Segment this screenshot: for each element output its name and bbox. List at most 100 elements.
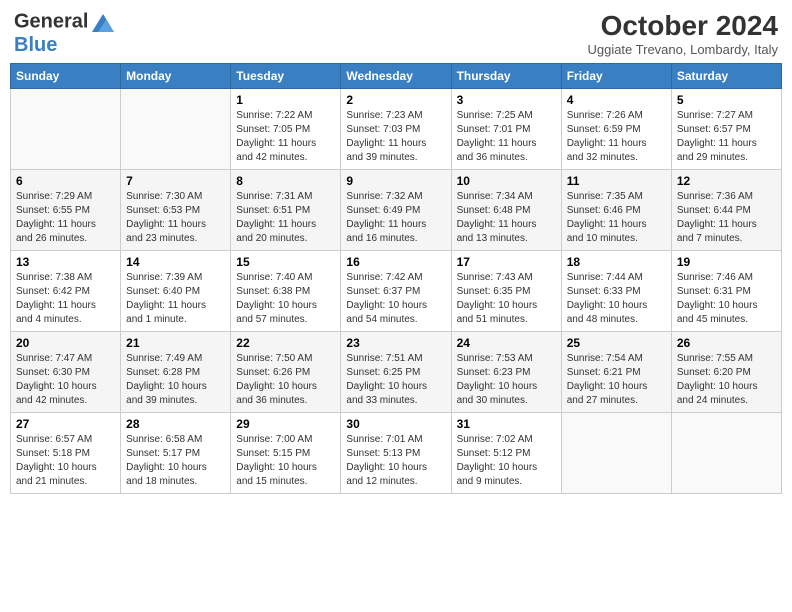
header-thursday: Thursday (451, 64, 561, 89)
calendar-cell: 16 Sunrise: 7:42 AM Sunset: 6:37 PM Dayli… (341, 251, 451, 332)
day-info: Sunrise: 7:26 AM Sunset: 6:59 PM Dayligh… (567, 109, 666, 165)
day-info: Sunrise: 7:01 AM Sunset: 5:13 PM Dayligh… (346, 433, 445, 489)
day-number: 4 (567, 93, 666, 107)
day-info: Sunrise: 7:32 AM Sunset: 6:49 PM Dayligh… (346, 190, 445, 246)
day-number: 14 (126, 255, 225, 269)
header-wednesday: Wednesday (341, 64, 451, 89)
logo-blue: Blue (14, 34, 116, 56)
calendar-cell (561, 413, 671, 494)
day-info: Sunrise: 7:53 AM Sunset: 6:23 PM Dayligh… (457, 352, 556, 408)
calendar-cell: 18 Sunrise: 7:44 AM Sunset: 6:33 PM Dayli… (561, 251, 671, 332)
day-number: 13 (16, 255, 115, 269)
day-number: 28 (126, 417, 225, 431)
header-monday: Monday (121, 64, 231, 89)
calendar-cell: 24Sunrise: 7:53 AM Sunset: 6:23 PM Dayli… (451, 332, 561, 413)
day-info: Sunrise: 7:51 AM Sunset: 6:25 PM Dayligh… (346, 352, 445, 408)
day-number: 1 (236, 93, 335, 107)
calendar-cell: 15Sunrise: 7:40 AM Sunset: 6:38 PM Dayli… (231, 251, 341, 332)
calendar-cell: 6 Sunrise: 7:29 AM Sunset: 6:55 PM Daylig… (11, 170, 121, 251)
calendar-cell: 25 Sunrise: 7:54 AM Sunset: 6:21 PM Dayli… (561, 332, 671, 413)
calendar-cell: 3 Sunrise: 7:25 AM Sunset: 7:01 PM Daylig… (451, 89, 561, 170)
day-info: Sunrise: 7:25 AM Sunset: 7:01 PM Dayligh… (457, 109, 556, 165)
day-info: Sunrise: 7:47 AM Sunset: 6:30 PM Dayligh… (16, 352, 115, 408)
day-number: 11 (567, 174, 666, 188)
day-info: Sunrise: 7:39 AM Sunset: 6:40 PM Dayligh… (126, 271, 225, 327)
day-number: 2 (346, 93, 445, 107)
calendar-cell: 10Sunrise: 7:34 AM Sunset: 6:48 PM Dayli… (451, 170, 561, 251)
day-info: Sunrise: 6:57 AM Sunset: 5:18 PM Dayligh… (16, 433, 115, 489)
day-number: 19 (677, 255, 776, 269)
day-info: Sunrise: 7:27 AM Sunset: 6:57 PM Dayligh… (677, 109, 776, 165)
day-info: Sunrise: 7:34 AM Sunset: 6:48 PM Dayligh… (457, 190, 556, 246)
day-info: Sunrise: 7:44 AM Sunset: 6:33 PM Dayligh… (567, 271, 666, 327)
calendar-cell: 19 Sunrise: 7:46 AM Sunset: 6:31 PM Dayli… (671, 251, 781, 332)
calendar-cell: 12Sunrise: 7:36 AM Sunset: 6:44 PM Dayli… (671, 170, 781, 251)
calendar-cell: 26Sunrise: 7:55 AM Sunset: 6:20 PM Dayli… (671, 332, 781, 413)
day-number: 8 (236, 174, 335, 188)
day-info: Sunrise: 7:40 AM Sunset: 6:38 PM Dayligh… (236, 271, 335, 327)
day-number: 30 (346, 417, 445, 431)
day-info: Sunrise: 7:00 AM Sunset: 5:15 PM Dayligh… (236, 433, 335, 489)
calendar-cell: 31Sunrise: 7:02 AM Sunset: 5:12 PM Dayli… (451, 413, 561, 494)
day-info: Sunrise: 7:42 AM Sunset: 6:37 PM Dayligh… (346, 271, 445, 327)
calendar-cell: 21Sunrise: 7:49 AM Sunset: 6:28 PM Dayli… (121, 332, 231, 413)
month-title: October 2024 (587, 10, 778, 42)
calendar-cell: 14 Sunrise: 7:39 AM Sunset: 6:40 PM Dayli… (121, 251, 231, 332)
day-number: 18 (567, 255, 666, 269)
day-info: Sunrise: 7:31 AM Sunset: 6:51 PM Dayligh… (236, 190, 335, 246)
day-number: 7 (126, 174, 225, 188)
day-info: Sunrise: 7:46 AM Sunset: 6:31 PM Dayligh… (677, 271, 776, 327)
day-info: Sunrise: 7:23 AM Sunset: 7:03 PM Dayligh… (346, 109, 445, 165)
day-number: 29 (236, 417, 335, 431)
day-info: Sunrise: 6:58 AM Sunset: 5:17 PM Dayligh… (126, 433, 225, 489)
day-number: 22 (236, 336, 335, 350)
day-number: 5 (677, 93, 776, 107)
day-number: 25 (567, 336, 666, 350)
day-info: Sunrise: 7:49 AM Sunset: 6:28 PM Dayligh… (126, 352, 225, 408)
day-info: Sunrise: 7:29 AM Sunset: 6:55 PM Dayligh… (16, 190, 115, 246)
logo-text: General (14, 10, 116, 34)
calendar-cell: 28 Sunrise: 6:58 AM Sunset: 5:17 PM Dayli… (121, 413, 231, 494)
calendar-cell (121, 89, 231, 170)
logo-icon (90, 10, 116, 34)
title-block: October 2024 Uggiate Trevano, Lombardy, … (587, 10, 778, 57)
header-sunday: Sunday (11, 64, 121, 89)
page-header: General Blue October 2024 Uggiate Trevan… (10, 10, 782, 57)
day-number: 3 (457, 93, 556, 107)
day-info: Sunrise: 7:22 AM Sunset: 7:05 PM Dayligh… (236, 109, 335, 165)
calendar-table: SundayMondayTuesdayWednesdayThursdayFrid… (10, 63, 782, 494)
week-row-2: 6 Sunrise: 7:29 AM Sunset: 6:55 PM Daylig… (11, 170, 782, 251)
day-info: Sunrise: 7:30 AM Sunset: 6:53 PM Dayligh… (126, 190, 225, 246)
day-number: 27 (16, 417, 115, 431)
week-row-1: 1 Sunrise: 7:22 AM Sunset: 7:05 PM Daylig… (11, 89, 782, 170)
calendar-cell: 9 Sunrise: 7:32 AM Sunset: 6:49 PM Daylig… (341, 170, 451, 251)
calendar-cell: 7 Sunrise: 7:30 AM Sunset: 6:53 PM Daylig… (121, 170, 231, 251)
day-number: 6 (16, 174, 115, 188)
calendar-cell: 22 Sunrise: 7:50 AM Sunset: 6:26 PM Dayli… (231, 332, 341, 413)
calendar-cell: 13Sunrise: 7:38 AM Sunset: 6:42 PM Dayli… (11, 251, 121, 332)
logo: General Blue (14, 10, 116, 56)
day-info: Sunrise: 7:54 AM Sunset: 6:21 PM Dayligh… (567, 352, 666, 408)
day-info: Sunrise: 7:55 AM Sunset: 6:20 PM Dayligh… (677, 352, 776, 408)
header-saturday: Saturday (671, 64, 781, 89)
calendar-cell: 20Sunrise: 7:47 AM Sunset: 6:30 PM Dayli… (11, 332, 121, 413)
header-tuesday: Tuesday (231, 64, 341, 89)
calendar-cell: 8 Sunrise: 7:31 AM Sunset: 6:51 PM Daylig… (231, 170, 341, 251)
day-number: 12 (677, 174, 776, 188)
calendar-cell: 27 Sunrise: 6:57 AM Sunset: 5:18 PM Dayli… (11, 413, 121, 494)
day-number: 9 (346, 174, 445, 188)
calendar-cell: 4 Sunrise: 7:26 AM Sunset: 6:59 PM Daylig… (561, 89, 671, 170)
day-number: 16 (346, 255, 445, 269)
calendar-cell (671, 413, 781, 494)
day-info: Sunrise: 7:50 AM Sunset: 6:26 PM Dayligh… (236, 352, 335, 408)
day-number: 31 (457, 417, 556, 431)
calendar-cell: 11 Sunrise: 7:35 AM Sunset: 6:46 PM Dayli… (561, 170, 671, 251)
calendar-header-row: SundayMondayTuesdayWednesdayThursdayFrid… (11, 64, 782, 89)
calendar-cell: 23Sunrise: 7:51 AM Sunset: 6:25 PM Dayli… (341, 332, 451, 413)
day-info: Sunrise: 7:43 AM Sunset: 6:35 PM Dayligh… (457, 271, 556, 327)
calendar-cell: 2 Sunrise: 7:23 AM Sunset: 7:03 PM Daylig… (341, 89, 451, 170)
week-row-4: 20Sunrise: 7:47 AM Sunset: 6:30 PM Dayli… (11, 332, 782, 413)
calendar-cell: 17Sunrise: 7:43 AM Sunset: 6:35 PM Dayli… (451, 251, 561, 332)
calendar-cell: 5 Sunrise: 7:27 AM Sunset: 6:57 PM Daylig… (671, 89, 781, 170)
day-info: Sunrise: 7:35 AM Sunset: 6:46 PM Dayligh… (567, 190, 666, 246)
